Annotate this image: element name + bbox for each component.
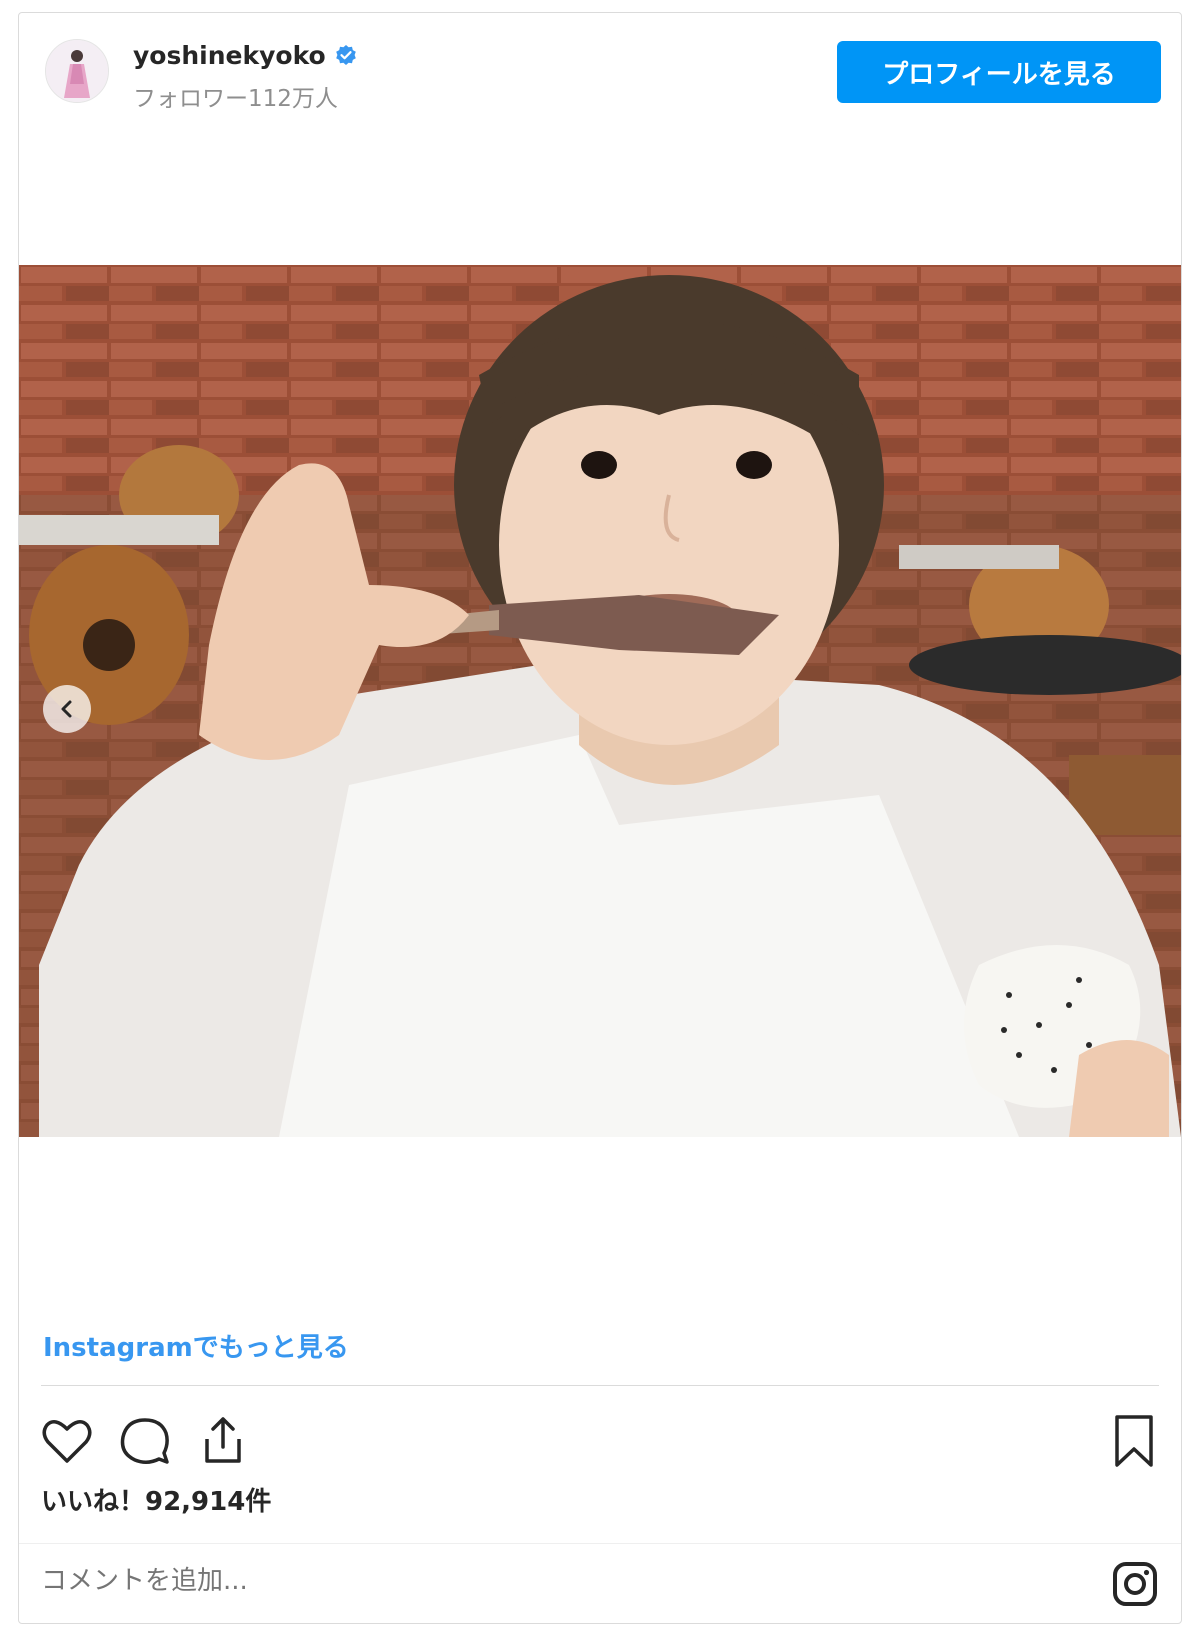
post-header: yoshinekyoko フォロワー112万人 プロフィールを見る (19, 13, 1181, 133)
bookmark-icon[interactable] (1109, 1413, 1159, 1469)
username-row: yoshinekyoko (133, 41, 358, 70)
instagram-embed-card: yoshinekyoko フォロワー112万人 プロフィールを見る Instag… (18, 12, 1182, 1624)
verified-badge-icon (335, 44, 356, 65)
action-bar (39, 1413, 251, 1469)
heart-icon[interactable] (39, 1413, 95, 1469)
comment-icon[interactable] (117, 1413, 173, 1469)
comment-row (19, 1543, 1181, 1624)
follower-count: フォロワー112万人 (133, 86, 338, 112)
instagram-icon[interactable] (1111, 1560, 1159, 1608)
like-count[interactable]: いいね！92,914件 (41, 1481, 271, 1518)
comment-input[interactable] (41, 1566, 941, 1596)
carousel-prev-button[interactable] (43, 685, 91, 733)
username[interactable]: yoshinekyoko (133, 41, 326, 70)
share-icon[interactable] (195, 1413, 251, 1469)
view-profile-button[interactable]: プロフィールを見る (837, 41, 1161, 103)
post-photo[interactable] (19, 265, 1181, 1137)
view-more-on-instagram-link[interactable]: Instagramでもっと見る (43, 1327, 349, 1364)
avatar[interactable] (45, 39, 109, 103)
chevron-left-icon (61, 700, 72, 718)
divider (41, 1385, 1159, 1386)
